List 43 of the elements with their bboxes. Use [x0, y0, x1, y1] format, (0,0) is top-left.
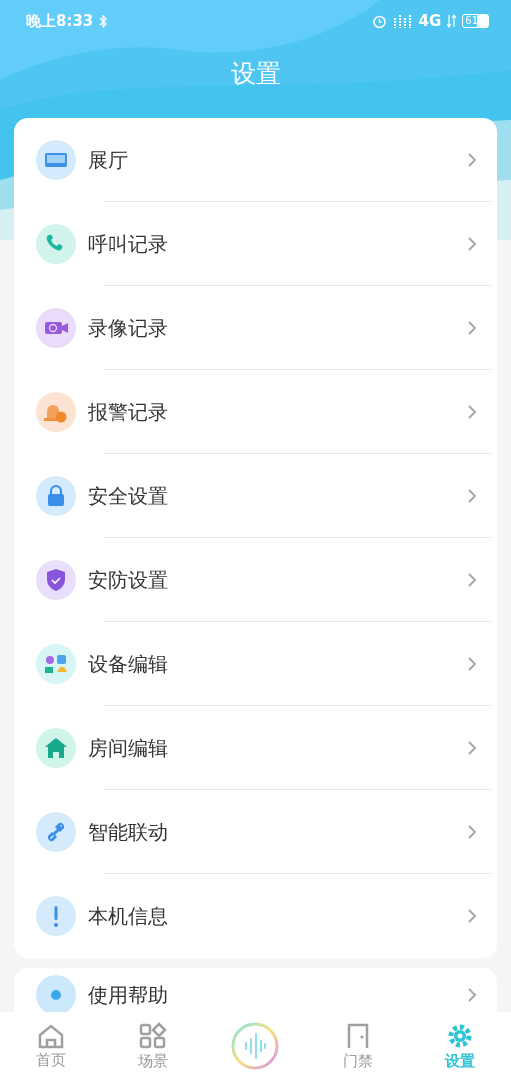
- chevron-icon: [467, 152, 477, 168]
- menu-item[interactable]: 呼叫记录: [88, 232, 455, 256]
- menu-item[interactable]: 智能联动: [88, 820, 455, 844]
- chevron-icon: [467, 572, 477, 588]
- chevron-icon: [467, 404, 477, 420]
- status-time: 晚上8:33: [26, 11, 94, 31]
- alarm-icon: [36, 392, 76, 432]
- chevron-icon: [467, 740, 477, 756]
- voice-button[interactable]: [231, 1022, 280, 1070]
- network-type: 4G: [418, 12, 442, 30]
- menu-item[interactable]: 使用帮助: [88, 983, 455, 1007]
- chevron-icon: [467, 908, 477, 924]
- alarm-clock-icon: [371, 13, 387, 29]
- chevron-icon: [467, 236, 477, 252]
- home-icon: [37, 1022, 66, 1049]
- chevron-icon: [467, 488, 477, 504]
- display-icon: [36, 140, 76, 180]
- menu-item[interactable]: 报警记录: [88, 400, 455, 424]
- menu-item[interactable]: 安全设置: [88, 484, 455, 508]
- menu-item[interactable]: 设备编辑: [88, 652, 455, 676]
- page-title: 设置: [229, 57, 282, 90]
- chevron-icon: [467, 987, 477, 1003]
- grid-icon: [139, 1021, 168, 1050]
- menu-item[interactable]: 录像记录: [88, 316, 455, 340]
- data-arrows-icon: [447, 14, 457, 28]
- chevron-icon: [467, 320, 477, 336]
- lock-icon: [36, 476, 76, 516]
- phone-icon: [36, 224, 76, 264]
- signal-icon: [392, 14, 413, 28]
- menu-item[interactable]: 房间编辑: [88, 736, 455, 760]
- info-icon: [36, 896, 76, 936]
- video-icon: [36, 308, 76, 348]
- menu-item[interactable]: 展厅: [88, 148, 455, 172]
- shield-icon: [36, 560, 76, 600]
- bluetooth-icon: [99, 14, 108, 28]
- home-icon: [36, 728, 76, 768]
- link-icon: [36, 812, 76, 852]
- devices-icon: [36, 644, 76, 684]
- battery-level: 61: [462, 14, 489, 28]
- menu-item[interactable]: 本机信息: [88, 904, 455, 928]
- menu-item[interactable]: 安防设置: [88, 568, 455, 592]
- chevron-icon: [467, 656, 477, 672]
- chevron-icon: [467, 824, 477, 840]
